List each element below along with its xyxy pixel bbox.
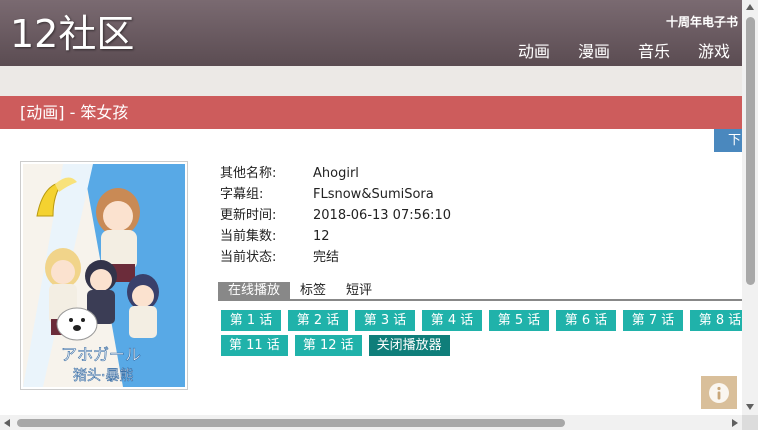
episode-button[interactable]: 第 12 话: [294, 335, 362, 356]
info-label: 其他名称:: [220, 166, 277, 181]
scroll-left-arrow[interactable]: [4, 419, 10, 427]
info-label: 字幕组:: [220, 187, 264, 202]
tab-online-play[interactable]: 在线播放: [218, 282, 291, 299]
info-row-status: 当前状态: 完结: [220, 247, 451, 268]
site-logo[interactable]: 12社区: [10, 12, 134, 56]
scroll-right-arrow[interactable]: [732, 419, 738, 427]
scroll-down-arrow[interactable]: [746, 404, 754, 410]
download-tab[interactable]: 下: [714, 129, 742, 152]
info-value: 2018-06-13 07:56:10: [313, 208, 452, 223]
info-row-episodes: 当前集数: 12: [220, 226, 451, 247]
episode-button[interactable]: 第 6 话: [556, 310, 616, 331]
info-value: 12: [313, 229, 330, 244]
episode-button[interactable]: 第 1 话: [221, 310, 281, 331]
vertical-scroll-thumb[interactable]: [746, 17, 755, 285]
sub-bar: [0, 66, 742, 96]
content-tabs: 在线播放 标签 短评: [218, 282, 742, 301]
svg-text:アホガール: アホガール: [61, 345, 141, 364]
svg-text:猪头·暴熊: 猪头·暴熊: [73, 368, 133, 384]
poster-image: アホガール 猪头·暴熊: [23, 164, 185, 387]
episode-button[interactable]: 第 7 话: [623, 310, 683, 331]
main-nav: 动画 漫画 音乐 游戏: [518, 38, 730, 62]
horizontal-scroll-thumb[interactable]: [17, 419, 565, 427]
site-header: 12社区 十周年电子书 动画 漫画 音乐 游戏: [0, 0, 742, 66]
scrollbar-corner: [742, 415, 758, 430]
episode-button[interactable]: 第 4 话: [422, 310, 482, 331]
nav-item-music[interactable]: 音乐: [638, 38, 670, 62]
info-value: Ahogirl: [313, 166, 359, 181]
info-value: 完结: [313, 250, 340, 265]
info-button[interactable]: [701, 376, 737, 409]
nav-item-anime[interactable]: 动画: [518, 38, 550, 62]
info-row-subgroup: 字幕组: FLsnow&SumiSora: [220, 184, 451, 205]
info-row-alt-name: 其他名称: Ahogirl: [220, 163, 451, 184]
episode-list: 第 1 话 第 2 话 第 3 话 第 4 话 第 5 话 第 6 话 第 7 …: [221, 310, 742, 360]
episode-button[interactable]: 第 11 话: [221, 335, 288, 356]
episode-button[interactable]: 第 3 话: [355, 310, 415, 331]
nav-item-games[interactable]: 游戏: [698, 38, 730, 62]
episode-button[interactable]: 第 2 话: [288, 310, 348, 331]
episode-button[interactable]: 第 8 话: [690, 310, 742, 331]
episode-row: 第 11 话 第 12 话 关闭播放器: [221, 335, 742, 356]
tab-tags[interactable]: 标签: [290, 282, 336, 299]
episode-button[interactable]: 第 5 话: [489, 310, 549, 331]
info-label: 当前集数:: [220, 229, 277, 244]
anime-info: 其他名称: Ahogirl 字幕组: FLsnow&SumiSora 更新时间:…: [220, 163, 451, 268]
info-label: 当前状态:: [220, 250, 277, 265]
info-row-updated: 更新时间: 2018-06-13 07:56:10: [220, 205, 451, 226]
tab-reviews[interactable]: 短评: [336, 282, 385, 299]
page-title: [动画] - 笨女孩: [0, 96, 742, 129]
scroll-up-arrow[interactable]: [746, 4, 754, 10]
info-icon: [709, 382, 729, 403]
ebook-link[interactable]: 十周年电子书: [666, 13, 738, 30]
close-player-button[interactable]: 关闭播放器: [368, 335, 450, 356]
episode-row: 第 1 话 第 2 话 第 3 话 第 4 话 第 5 话 第 6 话 第 7 …: [221, 310, 742, 331]
info-label: 更新时间:: [220, 208, 277, 223]
anime-poster: アホガール 猪头·暴熊: [20, 161, 188, 390]
nav-item-manga[interactable]: 漫画: [578, 38, 610, 62]
info-value: FLsnow&SumiSora: [313, 187, 434, 202]
page-viewport: 12社区 十周年电子书 动画 漫画 音乐 游戏 [动画] - 笨女孩 下 アホガ…: [0, 0, 742, 415]
